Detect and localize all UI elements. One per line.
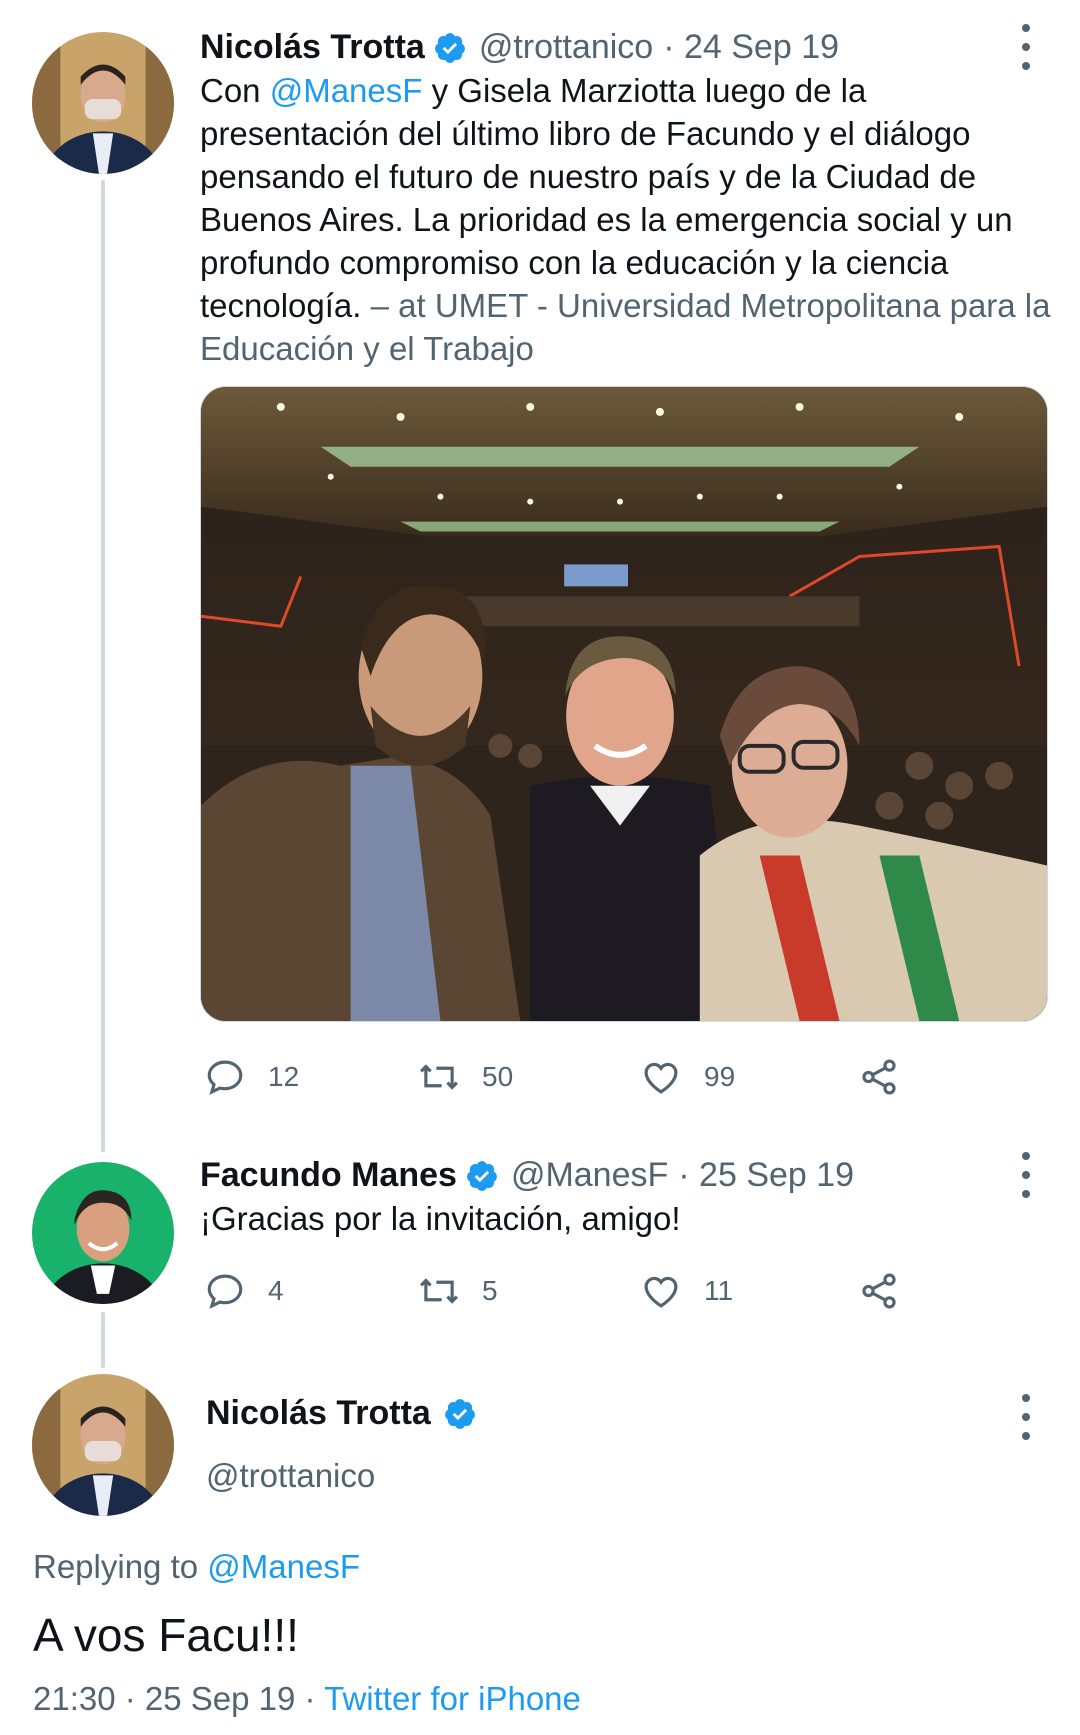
author-name[interactable]: Facundo Manes bbox=[200, 1156, 457, 1195]
tweet-date: · 25 Sep 19 bbox=[678, 1156, 855, 1194]
share-icon bbox=[862, 1273, 896, 1309]
main-tweet-text: A vos Facu!!! bbox=[33, 1609, 299, 1661]
more-vertical-icon[interactable] bbox=[1016, 1152, 1036, 1198]
reply-button[interactable]: 4 bbox=[204, 1270, 284, 1312]
tweet-header: Nicolás Trotta @trottanico · 24 Sep 19 bbox=[200, 28, 839, 67]
retweet-count: 50 bbox=[482, 1061, 514, 1092]
author-name[interactable]: Nicolás Trotta bbox=[200, 28, 425, 67]
tweet-header: Facundo Manes @ManesF · 25 Sep 19 bbox=[200, 1156, 854, 1195]
author-handle[interactable]: @trottanico bbox=[206, 1457, 375, 1495]
share-icon bbox=[862, 1059, 896, 1095]
retweet-icon bbox=[420, 1064, 458, 1090]
author-handle[interactable]: @trottanico bbox=[479, 28, 653, 67]
tweet-photo[interactable] bbox=[200, 386, 1048, 1022]
tweet-actions: 4 5 11 bbox=[204, 1270, 924, 1318]
tweet-text: ¡Gracias por la invitación, amigo! bbox=[200, 1200, 681, 1237]
tweet-actions: 12 50 99 bbox=[204, 1056, 924, 1104]
thread-line bbox=[101, 180, 105, 1152]
avatar-trotta[interactable] bbox=[32, 32, 174, 174]
like-count: 99 bbox=[704, 1061, 736, 1092]
retweet-button[interactable]: 50 bbox=[418, 1056, 513, 1098]
thread-line bbox=[101, 1312, 105, 1368]
retweet-icon bbox=[420, 1278, 458, 1304]
heart-icon bbox=[644, 1276, 678, 1308]
reply-button[interactable]: 12 bbox=[204, 1056, 299, 1098]
verified-badge-icon bbox=[444, 1398, 475, 1429]
mention-link[interactable]: @ManesF bbox=[270, 72, 423, 109]
main-author: Nicolás Trotta bbox=[206, 1394, 489, 1433]
reply-count: 4 bbox=[268, 1275, 284, 1306]
tweet-text: Con bbox=[200, 72, 270, 109]
more-vertical-icon[interactable] bbox=[1016, 24, 1036, 70]
verified-badge-icon bbox=[434, 32, 465, 63]
replying-prefix: Replying to bbox=[33, 1548, 208, 1585]
share-button[interactable] bbox=[858, 1270, 900, 1312]
author-handle[interactable]: @ManesF bbox=[511, 1156, 668, 1195]
retweet-button[interactable]: 5 bbox=[418, 1270, 498, 1312]
tweet-date: · 24 Sep 19 bbox=[663, 28, 840, 66]
tweet-timestamp: 21:30 · 25 Sep 19 · Twitter for iPhone bbox=[33, 1680, 581, 1718]
author-name[interactable]: Nicolás Trotta bbox=[206, 1394, 431, 1433]
like-button[interactable]: 99 bbox=[640, 1056, 735, 1098]
reply-icon bbox=[207, 1060, 243, 1095]
retweet-count: 5 bbox=[482, 1275, 498, 1306]
share-button[interactable] bbox=[858, 1056, 900, 1098]
avatar-manes[interactable] bbox=[32, 1162, 174, 1304]
tweet-source-link[interactable]: Twitter for iPhone bbox=[324, 1680, 581, 1717]
reply-icon bbox=[207, 1274, 243, 1309]
replying-mention-link[interactable]: @ManesF bbox=[207, 1548, 360, 1585]
more-vertical-icon[interactable] bbox=[1016, 1394, 1036, 1440]
tweet-time: 21:30 · 25 Sep 19 · bbox=[33, 1680, 325, 1717]
tweet-body: Con @ManesF y Gisela Marziotta luego de … bbox=[200, 69, 1060, 370]
verified-badge-icon bbox=[467, 1160, 497, 1191]
like-count: 11 bbox=[704, 1275, 734, 1306]
reply-count: 12 bbox=[268, 1061, 300, 1092]
like-button[interactable]: 11 bbox=[640, 1270, 733, 1312]
heart-icon bbox=[644, 1062, 678, 1094]
avatar-trotta[interactable] bbox=[32, 1374, 174, 1516]
replying-to: Replying to @ManesF bbox=[33, 1548, 360, 1586]
